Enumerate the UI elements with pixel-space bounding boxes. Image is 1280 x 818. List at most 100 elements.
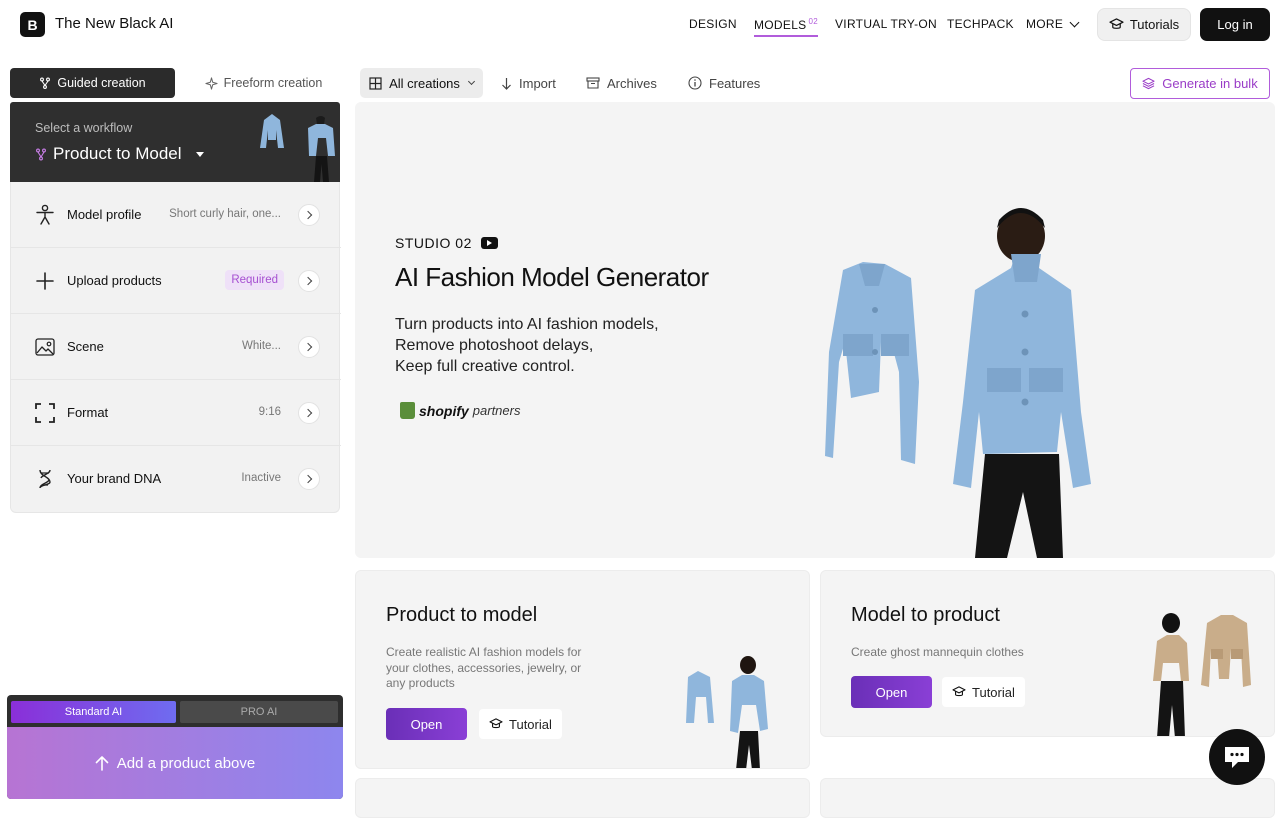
tab-pro-ai[interactable]: PRO AI bbox=[180, 701, 338, 723]
hero-model-image bbox=[825, 208, 1091, 558]
tab-standard-ai[interactable]: Standard AI bbox=[11, 701, 176, 723]
jacket-flat-image bbox=[825, 262, 919, 464]
studio-label: STUDIO 02 bbox=[395, 235, 472, 251]
step-value: 9:16 bbox=[258, 406, 281, 418]
youtube-icon[interactable] bbox=[480, 237, 498, 249]
tutorial-button[interactable]: Tutorial bbox=[479, 709, 562, 739]
nav-models[interactable]: MODELS 02 bbox=[754, 17, 818, 37]
tab-freeform-creation[interactable]: Freeform creation bbox=[187, 68, 340, 98]
grid-icon bbox=[369, 76, 382, 90]
card-description: Create ghost mannequin clothes bbox=[851, 645, 1024, 659]
models-badge: 02 bbox=[808, 17, 818, 26]
arrow-down-icon bbox=[502, 77, 511, 90]
tab-freeform-label: Freeform creation bbox=[223, 76, 323, 90]
tutorial-button[interactable]: Tutorial bbox=[942, 677, 1025, 707]
card-title: Model to product bbox=[851, 604, 1000, 626]
card-partial bbox=[355, 778, 810, 818]
creation-mode-tabs: Guided creation Freeform creation bbox=[10, 68, 340, 98]
hero-title: AI Fashion Model Generator bbox=[395, 262, 709, 292]
nav-models-label: MODELS bbox=[754, 18, 807, 32]
card-thumbnail bbox=[1153, 613, 1251, 736]
generate-in-bulk-label: Generate in bulk bbox=[1162, 76, 1258, 91]
archives-button[interactable]: Archives bbox=[586, 68, 657, 98]
chevron-right-icon[interactable] bbox=[298, 204, 320, 226]
step-scene[interactable]: Scene White... bbox=[11, 314, 341, 380]
features-label: Features bbox=[709, 75, 761, 91]
nav-more[interactable]: MORE bbox=[1026, 17, 1080, 31]
chat-bubble-icon bbox=[1225, 747, 1249, 768]
graduation-cap-icon bbox=[489, 718, 503, 729]
step-value: Short curly hair, one... bbox=[169, 208, 281, 220]
chevron-down-icon bbox=[467, 77, 475, 85]
tab-guided-label: Guided creation bbox=[57, 76, 146, 90]
card-description: Create realistic AI fashion models for y… bbox=[386, 645, 582, 690]
nav-more-label: MORE bbox=[1026, 17, 1064, 31]
step-label: Scene bbox=[67, 339, 104, 354]
workflow-steps: Model profile Short curly hair, one... U… bbox=[10, 182, 341, 513]
graduation-cap-icon bbox=[1109, 18, 1124, 29]
step-value: White... bbox=[242, 340, 281, 352]
nav-design[interactable]: DESIGN bbox=[689, 17, 737, 31]
sparkle-icon bbox=[205, 76, 218, 90]
tutorials-label: Tutorials bbox=[1129, 17, 1180, 32]
hero-line: Keep full creative control. bbox=[395, 358, 575, 375]
step-model-profile[interactable]: Model profile Short curly hair, one... bbox=[11, 182, 341, 248]
step-value: Inactive bbox=[241, 472, 281, 484]
chevron-right-icon[interactable] bbox=[298, 402, 320, 424]
shopify-bag-icon bbox=[400, 402, 415, 419]
import-button[interactable]: Import bbox=[501, 68, 556, 98]
tutorial-label: Tutorial bbox=[509, 716, 552, 732]
chevron-down-icon bbox=[1069, 17, 1080, 28]
archive-box-icon bbox=[586, 77, 600, 89]
nav-virtual-try-on[interactable]: VIRTUAL TRY-ON bbox=[835, 17, 937, 31]
dna-icon bbox=[39, 469, 51, 489]
chat-button[interactable] bbox=[1209, 729, 1265, 785]
top-navigation: B The New Black AI DESIGN MODELS 02 VIRTU… bbox=[0, 0, 1280, 50]
login-button[interactable]: Log in bbox=[1200, 8, 1270, 41]
add-product-label: Add a product above bbox=[116, 754, 256, 772]
step-label: Upload products bbox=[67, 273, 162, 288]
brand-name[interactable]: The New Black AI bbox=[55, 15, 173, 32]
all-creations-label: All creations bbox=[389, 75, 460, 91]
open-button[interactable]: Open bbox=[851, 676, 932, 708]
step-label: Your brand DNA bbox=[67, 471, 162, 486]
chevron-right-icon[interactable] bbox=[298, 336, 320, 358]
workflow-icon bbox=[40, 77, 51, 89]
chevron-right-icon[interactable] bbox=[298, 468, 320, 490]
step-format[interactable]: Format 9:16 bbox=[11, 380, 341, 446]
model-figure bbox=[953, 208, 1091, 558]
shopify-partners-logo: shopify partners bbox=[400, 402, 520, 419]
generate-in-bulk-button[interactable]: Generate in bulk bbox=[1130, 68, 1270, 99]
hero-line: Remove photoshoot delays, bbox=[395, 337, 594, 354]
studio-row: STUDIO 02 bbox=[395, 235, 498, 251]
frame-corners-icon bbox=[35, 403, 55, 423]
partners-word: partners bbox=[472, 403, 521, 418]
step-brand-dna[interactable]: Your brand DNA Inactive bbox=[11, 446, 341, 512]
caret-down-icon bbox=[195, 151, 204, 157]
plus-icon bbox=[36, 272, 54, 290]
required-badge: Required bbox=[225, 270, 284, 290]
card-thumbnail bbox=[686, 656, 768, 768]
tutorials-button[interactable]: Tutorials bbox=[1097, 8, 1191, 41]
workflow-selector[interactable]: Select a workflow Product to Model bbox=[10, 102, 340, 182]
archives-label: Archives bbox=[607, 75, 657, 91]
card-model-to-product: Model to product Create ghost mannequin … bbox=[820, 570, 1275, 737]
chevron-right-icon[interactable] bbox=[298, 270, 320, 292]
card-product-to-model: Product to model Create realistic AI fas… bbox=[355, 570, 810, 769]
card-title: Product to model bbox=[386, 604, 538, 626]
logo-icon[interactable]: B bbox=[20, 12, 45, 37]
all-creations-dropdown[interactable]: All creations bbox=[360, 68, 483, 98]
workflow-dropdown[interactable]: Product to Model bbox=[35, 144, 204, 164]
generate-panel: Standard AI PRO AI Add a product above bbox=[7, 695, 343, 799]
tutorial-label: Tutorial bbox=[972, 684, 1015, 700]
step-label: Model profile bbox=[67, 207, 142, 222]
open-button[interactable]: Open bbox=[386, 708, 467, 740]
nav-techpack[interactable]: TECHPACK bbox=[947, 17, 1014, 31]
tab-guided-creation[interactable]: Guided creation bbox=[10, 68, 175, 98]
add-product-button[interactable]: Add a product above bbox=[7, 727, 343, 799]
step-upload-products[interactable]: Upload products Required bbox=[11, 248, 341, 314]
features-button[interactable]: Features bbox=[688, 68, 760, 98]
layers-icon bbox=[1142, 77, 1155, 90]
card-partial bbox=[820, 778, 1275, 818]
workflow-selected-label: Product to Model bbox=[53, 144, 182, 163]
